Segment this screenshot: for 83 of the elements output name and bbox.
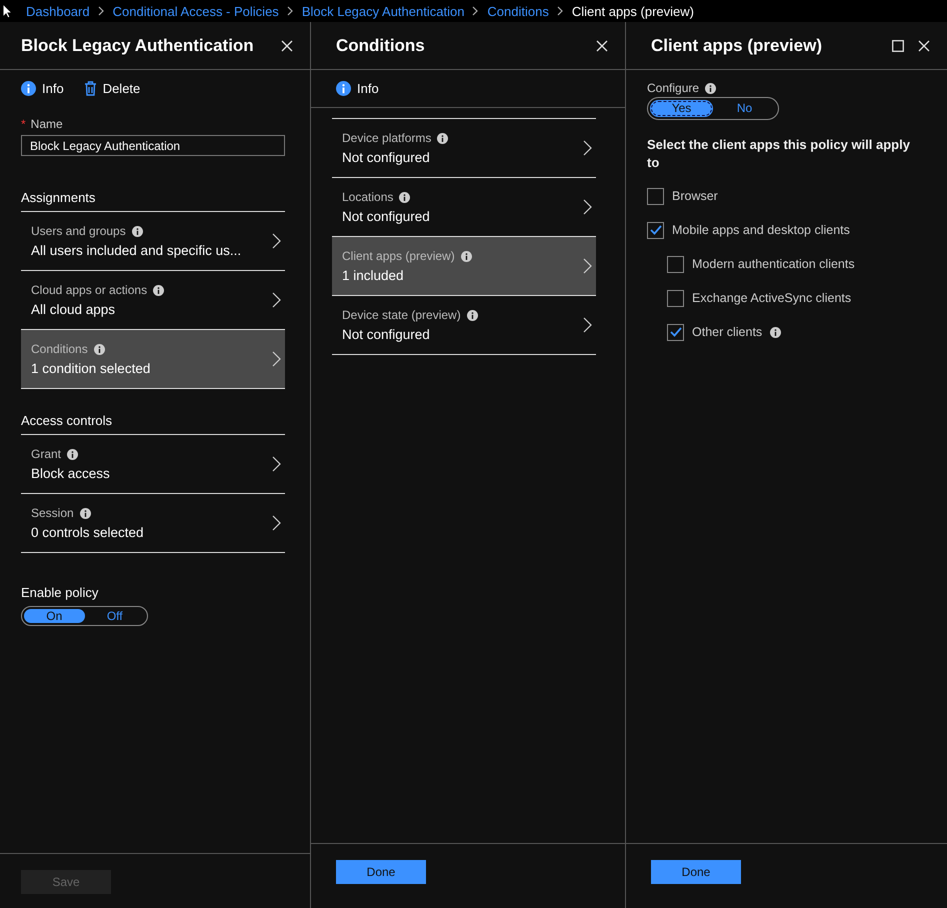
breadcrumb-link[interactable]: Dashboard — [26, 4, 90, 18]
section-heading: Enable policy — [21, 585, 100, 600]
toggle-option[interactable]: Off — [84, 609, 145, 623]
chevron-icon — [272, 351, 281, 367]
chevron-icon — [583, 199, 592, 215]
breadcrumb-link[interactable]: Conditional Access - Policies — [112, 4, 279, 18]
checkbox[interactable] — [667, 324, 684, 340]
item-value: Not configured — [342, 209, 431, 224]
field-label: Name — [30, 117, 63, 131]
done-button[interactable]: Done — [651, 860, 741, 884]
chevron-icon — [583, 258, 592, 274]
toggle-switch[interactable]: Yes No — [647, 97, 779, 120]
instruction-text: Select the client apps this policy will apply to — [647, 136, 911, 172]
section-heading: Access controls — [21, 413, 114, 430]
checkbox[interactable] — [647, 222, 664, 238]
toggle-option[interactable]: No — [713, 100, 776, 117]
info-button[interactable]: Info — [21, 81, 64, 96]
item-value: 0 controls selected — [31, 525, 145, 540]
checkbox-label: Modern authentication clients — [692, 257, 855, 271]
nav-item[interactable]: Conditions 1 condition selected — [21, 330, 285, 389]
close-icon[interactable] — [918, 40, 930, 52]
breadcrumb-link[interactable]: Block Legacy Authentication — [302, 4, 464, 18]
item-label: Cloud apps or actions — [31, 283, 148, 297]
nav-item[interactable]: Session 0 controls selected — [21, 494, 285, 553]
info-button[interactable]: Info — [336, 81, 379, 96]
item-label: Client apps (preview) — [342, 249, 455, 263]
close-icon[interactable] — [596, 40, 608, 52]
nav-item[interactable]: Users and groups All users included and specific us... — [21, 212, 285, 271]
panel-title: Client apps (preview) — [651, 36, 823, 56]
delete-button[interactable]: Delete — [84, 81, 140, 96]
info-icon — [21, 81, 36, 96]
chevron-icon — [583, 140, 592, 156]
nav-item[interactable]: Device state (preview) Not configured — [332, 296, 596, 355]
chevron-icon — [556, 6, 564, 16]
chevron-icon — [98, 6, 105, 16]
nav-item[interactable]: Client apps (preview) 1 included — [332, 237, 596, 296]
checkbox-label: Other clients — [692, 325, 762, 339]
item-value: All users included and specific us... — [31, 243, 242, 258]
chevron-icon — [286, 6, 294, 16]
chevron-icon — [272, 515, 281, 531]
item-value: Block access — [31, 466, 111, 481]
name-field[interactable]: Block Legacy Authentication — [21, 135, 285, 156]
item-label: Device platforms — [342, 131, 432, 145]
field-label: Configure — [647, 81, 700, 95]
chevron-icon — [583, 317, 592, 333]
checkbox[interactable] — [647, 188, 664, 204]
checkbox-label: Mobile apps and desktop clients — [672, 223, 850, 237]
item-value: 1 condition selected — [31, 361, 152, 376]
chevron-icon — [272, 456, 281, 472]
toggle-option[interactable]: On — [24, 609, 84, 623]
item-value: Not configured — [342, 150, 431, 165]
info-icon — [705, 82, 716, 94]
maximize-icon[interactable] — [892, 40, 904, 52]
breadcrumb-link[interactable]: Conditions — [487, 4, 549, 18]
toggle-option[interactable]: Yes — [650, 100, 713, 117]
close-icon[interactable] — [281, 40, 293, 52]
item-value: Not configured — [342, 327, 431, 342]
panel-title: Conditions — [336, 36, 426, 56]
item-label: Device state (preview) — [342, 308, 461, 322]
item-value: All cloud apps — [31, 302, 116, 317]
item-value: 1 included — [342, 268, 405, 283]
panel-title: Block Legacy Authentication — [21, 36, 255, 56]
info-icon — [336, 81, 351, 96]
trash-icon — [84, 81, 97, 96]
chevron-icon — [472, 6, 480, 16]
required-icon: * — [21, 117, 26, 131]
done-button[interactable]: Done — [336, 860, 426, 884]
section-heading: Assignments — [21, 190, 96, 207]
checkbox-label: Browser — [672, 189, 718, 203]
checkbox[interactable] — [667, 256, 684, 272]
item-label: Users and groups — [31, 224, 126, 238]
nav-item[interactable]: Grant Block access — [21, 435, 285, 494]
checkbox[interactable] — [667, 290, 684, 306]
item-label: Session — [31, 506, 74, 520]
toggle-switch[interactable]: On Off — [21, 606, 148, 626]
checkbox-label: Exchange ActiveSync clients — [692, 291, 852, 305]
breadcrumb-link[interactable]: Client apps (preview) — [572, 4, 694, 18]
nav-item[interactable]: Device platforms Not configured — [332, 119, 596, 178]
item-label: Grant — [31, 447, 62, 461]
chevron-icon — [272, 233, 281, 249]
chevron-icon — [272, 292, 281, 308]
item-label: Conditions — [31, 342, 88, 356]
item-label: Locations — [342, 190, 394, 204]
